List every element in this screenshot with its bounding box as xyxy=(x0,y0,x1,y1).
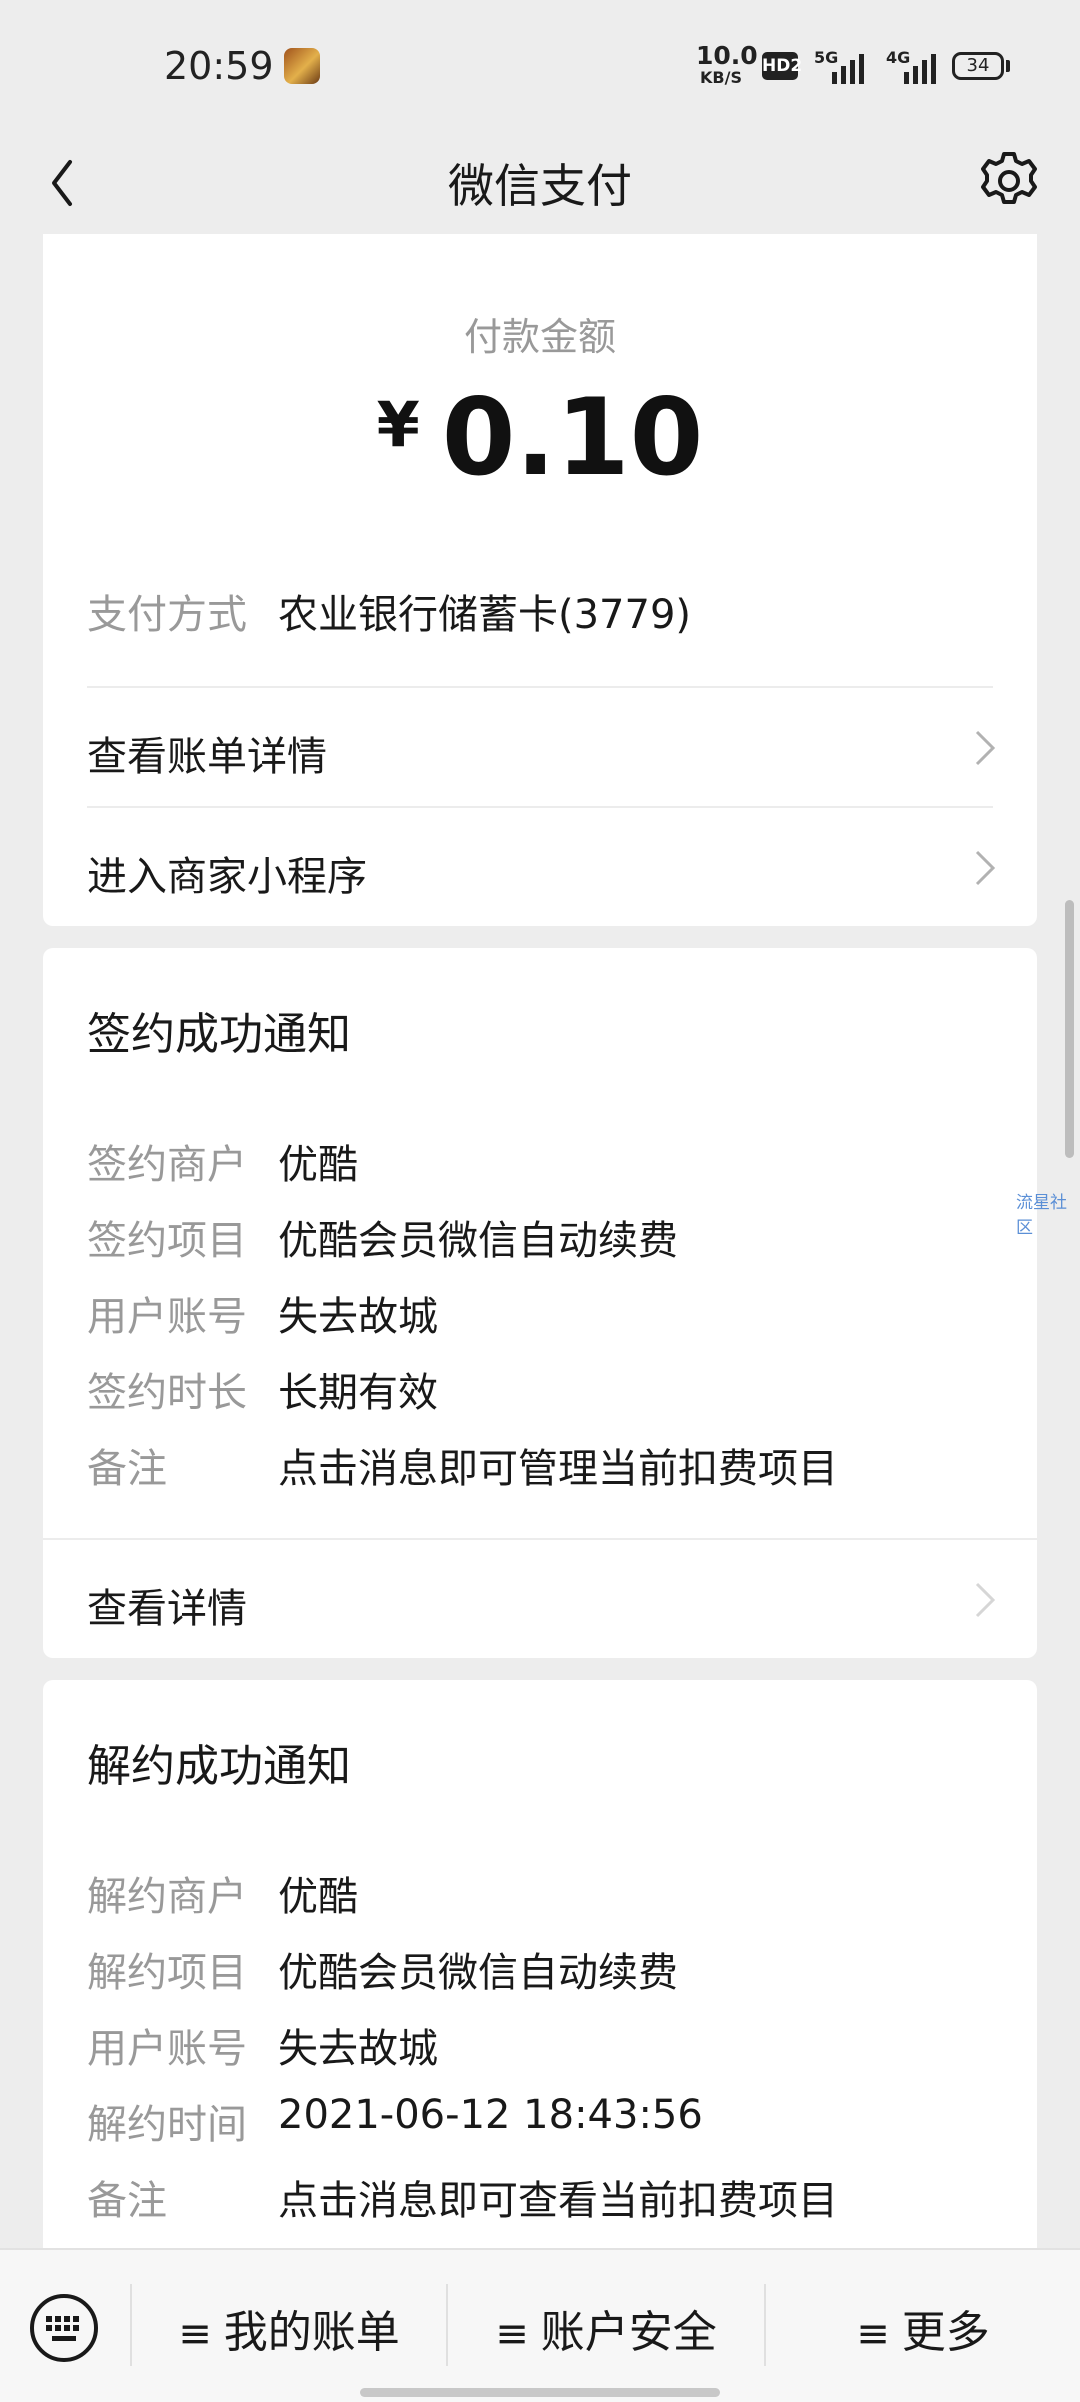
cancel-merchant-value: 优酷 xyxy=(278,1874,358,1920)
menu-lines-icon: ≡ xyxy=(495,2311,529,2357)
currency-symbol: ¥ xyxy=(376,388,420,461)
user-account-label: 用户账号 xyxy=(87,1294,247,1340)
nav-bar: 微信支付 xyxy=(0,130,1080,234)
view-bill-details-label: 查看账单详情 xyxy=(87,734,327,780)
menu-lines-icon: ≡ xyxy=(178,2311,212,2357)
sign-success-card[interactable]: 签约成功通知 签约商户 优酷 签约项目 优酷会员微信自动续费 用户账号 失去故城… xyxy=(43,948,1037,1658)
more-label: 更多 xyxy=(901,2307,990,2358)
amount-label: 付款金额 xyxy=(463,315,616,359)
network-speed-value: 10.0 xyxy=(696,41,758,70)
payment-amount: ¥0.10 xyxy=(43,376,1037,499)
status-time: 20:59 xyxy=(164,44,274,88)
settings-button[interactable] xyxy=(974,146,1044,216)
status-bar: 20:59 10.0 KB/S HD2 5G 4G 34 xyxy=(0,0,1080,136)
cancel-time-value: 2021-06-12 18:43:56 xyxy=(278,2092,703,2138)
network-speed: 10.0 KB/S xyxy=(696,41,758,88)
my-bills-label: 我的账单 xyxy=(223,2307,400,2358)
remark-value: 点击消息即可查看当前扣费项目 xyxy=(278,2178,838,2224)
remark-label: 备注 xyxy=(87,2178,167,2224)
signal-4g-icon: 4G xyxy=(886,48,948,84)
remark-value: 点击消息即可管理当前扣费项目 xyxy=(278,1446,838,1492)
battery-icon: 34 xyxy=(952,52,1004,80)
more-menu[interactable]: ≡ 更多 xyxy=(766,2296,1080,2358)
sign-duration-value: 长期有效 xyxy=(278,1370,438,1416)
card-title: 签约成功通知 xyxy=(87,1009,351,1060)
user-account-value: 失去故城 xyxy=(278,1294,438,1340)
keyboard-toggle-button[interactable] xyxy=(28,2292,100,2364)
amount-value: 0.10 xyxy=(441,376,704,499)
view-details-label: 查看详情 xyxy=(87,1586,247,1632)
enter-mini-program-label: 进入商家小程序 xyxy=(87,854,367,900)
account-security-menu[interactable]: ≡ 账户安全 xyxy=(448,2296,764,2358)
battery-tip xyxy=(1006,60,1010,72)
view-bill-details-link[interactable]: 查看账单详情 xyxy=(43,688,1037,806)
chevron-right-icon xyxy=(975,1582,996,1618)
payment-method-value: 农业银行储蓄卡(3779) xyxy=(278,592,692,638)
signal-bars-icon xyxy=(832,54,868,84)
chevron-right-icon xyxy=(975,730,996,766)
card-title: 解约成功通知 xyxy=(87,1741,351,1792)
cancel-merchant-label: 解约商户 xyxy=(87,1874,247,1920)
user-account-value: 失去故城 xyxy=(278,2026,438,2072)
scrollbar-thumb[interactable] xyxy=(1065,900,1074,1158)
payment-card: 付款金额 ¥0.10 支付方式 农业银行储蓄卡(3779) 查看账单详情 进入商… xyxy=(43,234,1037,926)
my-bills-menu[interactable]: ≡ 我的账单 xyxy=(132,2296,446,2358)
watermark: 流星社区 xyxy=(1016,1193,1067,1238)
keyboard-icon xyxy=(30,2294,98,2362)
chevron-right-icon xyxy=(975,850,996,886)
remark-label: 备注 xyxy=(87,1446,167,1492)
payment-method-label: 支付方式 xyxy=(87,592,247,638)
sign-item-label: 签约项目 xyxy=(87,1218,247,1264)
sign-merchant-value: 优酷 xyxy=(278,1142,358,1188)
sign-merchant-label: 签约商户 xyxy=(87,1142,247,1188)
gear-icon xyxy=(981,152,1037,204)
sign-item-value: 优酷会员微信自动续费 xyxy=(278,1218,678,1264)
game-app-icon xyxy=(284,48,320,84)
user-account-label: 用户账号 xyxy=(87,2026,247,2072)
home-indicator[interactable] xyxy=(360,2388,720,2397)
account-security-label: 账户安全 xyxy=(540,2307,717,2358)
cancel-time-label: 解约时间 xyxy=(87,2102,247,2148)
enter-mini-program-link[interactable]: 进入商家小程序 xyxy=(43,808,1037,926)
hd-voice-badge: HD2 xyxy=(762,52,802,80)
signal-5g-icon: 5G xyxy=(814,48,876,84)
page-title: 微信支付 xyxy=(448,159,632,213)
view-details-link[interactable]: 查看详情 xyxy=(43,1540,1037,1658)
signal-bars-icon xyxy=(904,54,940,84)
cancel-item-value: 优酷会员微信自动续费 xyxy=(278,1950,678,1996)
cancel-success-card[interactable]: 解约成功通知 解约商户 优酷 解约项目 优酷会员微信自动续费 用户账号 失去故城… xyxy=(43,1680,1037,2300)
cancel-item-label: 解约项目 xyxy=(87,1950,247,1996)
network-speed-unit: KB/S xyxy=(700,68,742,87)
bottom-menu-bar: ≡ 我的账单 ≡ 账户安全 ≡ 更多 xyxy=(0,2248,1080,2402)
menu-lines-icon: ≡ xyxy=(856,2311,890,2357)
sign-duration-label: 签约时长 xyxy=(87,1370,247,1416)
